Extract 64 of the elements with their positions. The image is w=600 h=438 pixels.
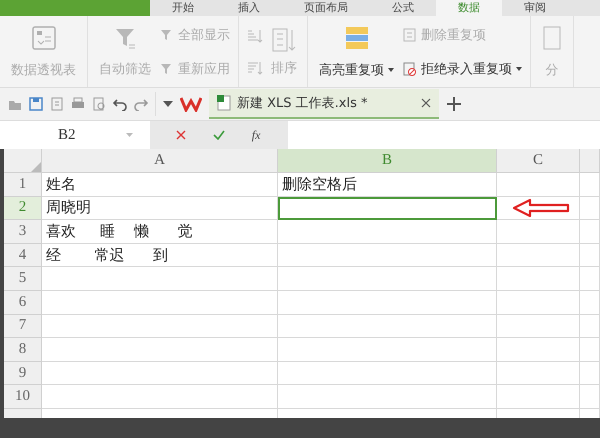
formula-input[interactable] (288, 121, 600, 149)
add-tab-icon[interactable] (446, 96, 462, 112)
row-header[interactable]: 1 (4, 173, 42, 197)
insert-function-button[interactable]: fx (252, 128, 260, 142)
pivot-table-icon (30, 24, 56, 50)
select-all-button[interactable] (4, 149, 42, 173)
table-cell: 经 常迟 到 (42, 244, 278, 268)
ribbon-button[interactable]: 拒绝录入重复项 (403, 60, 522, 78)
table-cell (580, 244, 600, 268)
document-tab[interactable]: 新建 XLS 工作表.xls * (209, 89, 439, 119)
table-cell (580, 338, 600, 362)
row-header[interactable]: 6 (4, 290, 42, 315)
table-cell (580, 196, 600, 220)
name-box[interactable]: B2 (0, 121, 150, 149)
w-logo-icon[interactable] (180, 96, 202, 112)
table-cell (580, 314, 600, 338)
row-header[interactable]: 9 (4, 362, 42, 386)
ribbon-tab[interactable]: 数据 (436, 0, 502, 16)
table-cell (580, 267, 600, 291)
table-cell: 周晓明 (42, 196, 278, 220)
checkmark-icon[interactable] (212, 130, 225, 140)
table-cell (580, 362, 600, 386)
triangle-icon (31, 162, 41, 172)
column-header[interactable]: B (278, 149, 497, 173)
table-cell (580, 173, 600, 197)
row-header[interactable]: 10 (4, 385, 42, 409)
row-header[interactable]: 7 (4, 314, 42, 338)
table-cell (580, 220, 600, 244)
table-cell: 喜欢 睡 懒 觉 (42, 220, 278, 244)
row-header[interactable]: 5 (4, 267, 42, 291)
undo-icon[interactable] (113, 97, 127, 111)
document-icon[interactable] (50, 97, 64, 111)
preview-icon[interactable] (92, 97, 106, 111)
table-cell: 删除空格后 (278, 173, 497, 197)
cancel-icon[interactable] (176, 130, 186, 140)
redo-icon[interactable] (134, 97, 148, 111)
split-column-icon (542, 24, 562, 50)
colored-rows-icon (344, 24, 370, 50)
row-header[interactable]: 4 (4, 244, 42, 268)
row-header[interactable]: 8 (4, 338, 42, 362)
close-icon[interactable] (421, 98, 431, 108)
name-box-value: B2 (58, 126, 76, 144)
row-header[interactable]: 3 (4, 220, 42, 244)
sort-icon (271, 26, 297, 52)
dropdown-caret-icon[interactable] (388, 68, 394, 72)
reject-duplicates-icon (403, 62, 417, 76)
print-icon[interactable] (71, 97, 85, 111)
left-arrow-icon (512, 198, 570, 218)
column-header[interactable]: A (42, 149, 278, 173)
dropdown-caret-icon[interactable] (516, 66, 522, 70)
remove-duplicates-icon (403, 28, 417, 42)
row-header[interactable]: 2 (4, 196, 42, 220)
selected-cell[interactable] (278, 196, 497, 220)
spreadsheet-file-icon (217, 95, 231, 111)
ribbon-button[interactable]: 高亮重复项 (316, 22, 397, 80)
table-cell (580, 290, 600, 315)
table-cell (580, 385, 600, 409)
funnel-icon (160, 62, 174, 76)
column-header[interactable]: C (497, 149, 580, 173)
column-header[interactable] (580, 149, 600, 173)
dropdown-caret-icon[interactable] (163, 101, 173, 107)
save-icon[interactable] (29, 97, 43, 111)
funnel-icon (160, 28, 174, 42)
table-cell: 姓名 (42, 173, 278, 197)
